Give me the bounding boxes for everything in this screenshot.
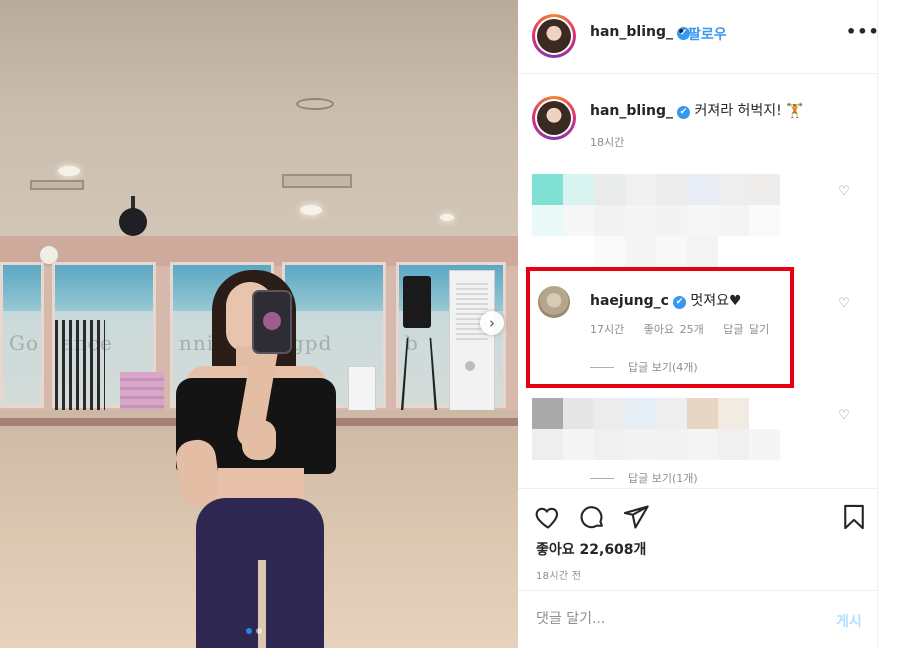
blurred-comment [532,398,780,460]
like-comment-heart-icon[interactable]: ♡ [837,297,851,311]
speaker [403,276,431,328]
post-photo[interactable]: Go ance nnib gpd b › [0,0,518,648]
heart-icon[interactable] [534,503,562,531]
bench [348,366,376,414]
replies-rule [590,478,614,479]
comment-form: 게시 [518,590,878,648]
author-avatar[interactable] [532,14,576,58]
separator-dot: • [677,24,686,40]
caption-username[interactable]: han_bling_ [590,103,673,119]
likes-count[interactable]: 좋아요 22,608개 [536,539,646,559]
ceiling-vent-round [296,98,334,110]
window: Go [0,262,44,408]
instagram-post-view: Go ance nnib gpd b › [0,0,924,661]
caption-time: 18시간 [590,136,625,149]
blurred-comment [532,174,780,267]
air-conditioner [449,270,495,420]
ceiling-vent [30,180,84,190]
like-comment-heart-icon[interactable]: ♡ [837,409,851,423]
action-bar: 좋아요 22,608개 18시간 전 [518,488,878,588]
leg-gap [258,560,266,648]
like-comment-heart-icon[interactable]: ♡ [837,185,851,199]
verified-badge-icon: ✔ [677,106,690,119]
caption: han_bling_ ✔ 커져라 허벅지! 🏋 [590,100,804,120]
caption-avatar[interactable] [532,96,576,140]
carousel-next-button[interactable]: › [480,311,504,335]
person-hand [242,420,276,460]
highlight-box [526,267,794,388]
bookmark-icon[interactable] [840,503,868,531]
share-icon[interactable] [622,503,650,531]
yoga-mats [120,372,164,412]
view-replies-button[interactable]: 답글 보기(1개) [590,470,698,486]
security-camera [117,196,149,240]
post-header: han_bling_ ✔ • 팔로우 ••• [518,0,880,74]
person-sleeve [290,380,330,474]
carousel-dot[interactable] [256,628,262,634]
ceiling [0,0,518,238]
comment-input[interactable] [536,611,806,627]
follow-button[interactable]: 팔로우 [688,24,727,44]
author-username[interactable]: han_bling_ ✔ [590,24,690,40]
more-options-icon[interactable]: ••• [846,22,880,41]
ceiling-light [300,205,322,215]
post-comment-button[interactable]: 게시 [836,611,862,631]
carousel-dots [246,628,262,634]
carousel-dot-active[interactable] [246,628,252,634]
comment-icon[interactable] [578,503,606,531]
ceiling-light [58,166,80,176]
post-time: 18시간 전 [536,571,582,582]
ceiling-light [440,214,454,221]
view-replies-label: 답글 보기(1개) [628,472,698,485]
chevron-right-icon: › [489,313,495,332]
phone [252,290,292,354]
equipment-rack [55,320,105,412]
ceiling-vent [282,174,352,188]
caption-text: 커져라 허벅지! 🏋 [694,103,804,119]
